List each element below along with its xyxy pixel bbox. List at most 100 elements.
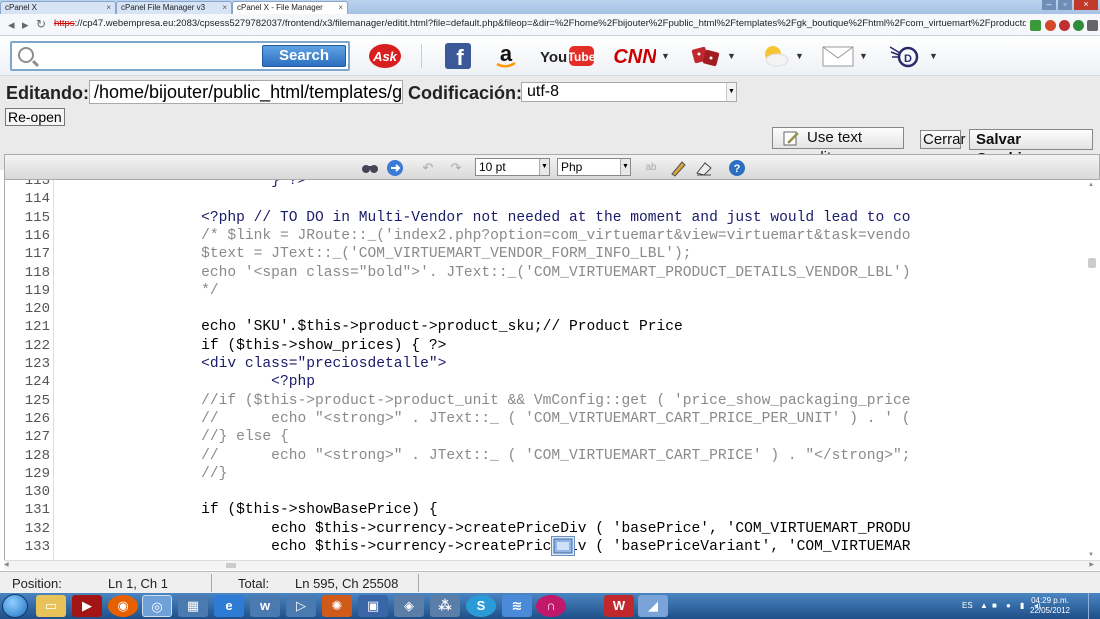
file-path-field[interactable]: /home/bijouter/public_html/templates/gk_… xyxy=(89,80,403,104)
chevron-down-icon[interactable]: ▼ xyxy=(795,51,804,61)
reload-icon[interactable]: ↻ xyxy=(36,17,46,31)
scroll-right-icon[interactable]: ▶ xyxy=(1089,561,1094,568)
media-taskbar-icon[interactable]: ▶ xyxy=(72,595,102,617)
extension-icon[interactable] xyxy=(1045,20,1056,31)
bookmark-star-icon[interactable] xyxy=(1030,20,1041,31)
code-line[interactable]: } ?> xyxy=(61,180,306,190)
close-window-icon[interactable]: × xyxy=(1074,0,1098,10)
search-button[interactable]: Search xyxy=(262,45,346,67)
code-line[interactable]: <div class="preciosdetalle"> xyxy=(61,355,446,373)
app-taskbar-icon[interactable]: ◈ xyxy=(394,595,424,617)
toolbar-search-input[interactable] xyxy=(46,47,256,65)
minimize-icon[interactable]: – xyxy=(1042,0,1056,10)
maximize-icon[interactable]: ▫ xyxy=(1058,0,1072,10)
help-icon[interactable]: ? xyxy=(728,159,746,177)
code-line[interactable]: <?php xyxy=(61,373,315,391)
font-size-select[interactable]: 10 pt ▼ xyxy=(475,158,550,176)
eraser-icon[interactable] xyxy=(695,159,713,177)
code-line[interactable]: //} else { xyxy=(61,428,289,446)
horizontal-scrollbar[interactable]: ◀ ▶ xyxy=(4,560,1100,570)
close-tab-icon[interactable]: × xyxy=(222,3,227,12)
code-line[interactable]: /* $link = JRoute::_('index2.php?option=… xyxy=(61,227,910,245)
close-button[interactable]: Cerrar xyxy=(920,130,966,149)
app-taskbar-icon[interactable]: ▣ xyxy=(358,595,388,617)
chevron-down-icon[interactable]: ▼ xyxy=(727,51,736,61)
word-taskbar-icon[interactable]: w xyxy=(250,595,280,617)
radio-icon[interactable]: D ▼ xyxy=(888,41,938,71)
scroll-up-icon[interactable]: ▲ xyxy=(1088,182,1094,188)
save-changes-button[interactable]: Salvar Cambios xyxy=(969,129,1093,167)
reopen-button[interactable]: Re-open xyxy=(5,108,65,126)
amazon-icon[interactable]: a xyxy=(493,41,519,71)
skype-taskbar-icon[interactable]: S xyxy=(466,595,496,617)
clock[interactable]: 04:29 p.m. 22/05/2012 xyxy=(1030,596,1070,616)
games-icon[interactable]: ▼ xyxy=(690,41,736,71)
forward-icon[interactable]: ▸ xyxy=(22,17,29,33)
code-line[interactable]: if ($this->show_prices) { ?> xyxy=(61,337,446,355)
chevron-down-icon[interactable]: ▼ xyxy=(859,51,868,61)
code-line[interactable]: // echo "<strong>" . JText::_ ( 'COM_VIR… xyxy=(61,410,910,428)
chrome-taskbar-icon[interactable]: ◎ xyxy=(142,595,172,617)
code-line[interactable]: if ($this->showBasePrice) { xyxy=(61,501,437,519)
tray-app-icon[interactable]: ● xyxy=(1006,601,1011,610)
horizontal-scroll-thumb[interactable] xyxy=(226,563,236,568)
media-player-taskbar-icon[interactable]: ▷ xyxy=(286,595,316,617)
app-taskbar-icon[interactable]: W xyxy=(604,595,634,617)
image-overlay-icon[interactable] xyxy=(551,536,575,556)
code-line[interactable]: echo $this->currency->createPriceDiv ( '… xyxy=(61,538,910,556)
code-line[interactable]: <?php // TO DO in Multi-Vendor not neede… xyxy=(61,209,910,227)
calculator-taskbar-icon[interactable]: ▦ xyxy=(178,595,208,617)
close-tab-icon[interactable]: × xyxy=(338,3,343,12)
show-desktop-button[interactable] xyxy=(1088,593,1100,619)
code-line[interactable]: //if ($this->product->product_unit && Vm… xyxy=(61,392,910,410)
code-line[interactable]: $text = JText::_('COM_VIRTUEMART_VENDOR_… xyxy=(61,245,691,263)
back-icon[interactable]: ◂ xyxy=(8,17,15,33)
explorer-taskbar-icon[interactable]: ▭ xyxy=(36,595,66,617)
ask-icon[interactable]: Ask xyxy=(368,41,402,71)
code-line[interactable]: //} xyxy=(61,465,227,483)
wrench-menu-icon[interactable] xyxy=(1087,20,1098,31)
mail-icon[interactable]: ▼ xyxy=(822,41,868,71)
browser-tab-cpanel[interactable]: cPanel X × xyxy=(0,1,116,14)
vertical-scrollbar[interactable]: ▲ ▼ xyxy=(1088,182,1096,558)
language-indicator[interactable]: ES xyxy=(962,601,973,610)
scroll-left-icon[interactable]: ◀ xyxy=(4,561,9,568)
highlight-icon[interactable] xyxy=(669,159,687,177)
extension-icon[interactable] xyxy=(1073,20,1084,31)
cnn-icon[interactable]: CNN ▼ xyxy=(614,41,670,71)
weather-icon[interactable]: ▼ xyxy=(760,41,804,71)
use-text-editor-button[interactable]: Use text editor xyxy=(772,127,904,166)
spell-check-icon[interactable]: ab xyxy=(642,159,660,177)
code-line[interactable]: echo $this->currency->createPriceDiv ( '… xyxy=(61,520,910,538)
browser-tab-file-manager[interactable]: cPanel X - File Manager × xyxy=(232,1,348,14)
code-editor[interactable]: 113 114 115 116 117 118 119 120 121 122 123 124 125 1… xyxy=(4,180,1100,560)
facebook-icon[interactable]: f xyxy=(445,41,471,71)
syntax-select[interactable]: Php ▼ xyxy=(557,158,631,176)
app-taskbar-icon[interactable]: ◢ xyxy=(638,595,668,617)
app-taskbar-icon[interactable]: ✺ xyxy=(322,595,352,617)
chevron-down-icon[interactable]: ▼ xyxy=(929,51,938,61)
browser-tab-file-manager-v3[interactable]: cPanel File Manager v3 × xyxy=(116,1,232,14)
code-line[interactable]: echo '<span class="bold">'. JText::_('CO… xyxy=(61,264,910,282)
redo-icon[interactable]: ↷ xyxy=(447,159,465,177)
network-icon[interactable]: ▮ xyxy=(1020,601,1024,610)
find-icon[interactable] xyxy=(361,159,379,177)
vertical-scroll-thumb[interactable] xyxy=(1088,258,1096,268)
code-line[interactable]: */ xyxy=(61,282,219,300)
youtube-icon[interactable]: You Tube xyxy=(539,41,595,71)
tray-app-icon[interactable]: ■ xyxy=(992,601,997,610)
app-taskbar-icon[interactable]: ≋ xyxy=(502,595,532,617)
start-button[interactable] xyxy=(2,594,28,618)
extension-icon[interactable] xyxy=(1059,20,1070,31)
firefox-taskbar-icon[interactable]: ◉ xyxy=(108,595,138,617)
ie-taskbar-icon[interactable]: e xyxy=(214,595,244,617)
close-tab-icon[interactable]: × xyxy=(106,3,111,12)
code-line[interactable]: echo 'SKU'.$this->product->product_sku;/… xyxy=(61,318,683,336)
code-area[interactable]: } ?> <?php // TO DO in Multi-Vendor not … xyxy=(61,180,1093,556)
show-hidden-icons-icon[interactable]: ▲ xyxy=(980,601,988,610)
undo-icon[interactable]: ↶ xyxy=(419,159,437,177)
goto-icon[interactable] xyxy=(386,159,404,177)
url-field[interactable]: https://cp47.webempresa.eu:2083/cpsess52… xyxy=(54,18,1026,29)
chevron-down-icon[interactable]: ▼ xyxy=(661,51,670,61)
code-line[interactable]: // echo "<strong>" . JText::_ ( 'COM_VIR… xyxy=(61,447,910,465)
